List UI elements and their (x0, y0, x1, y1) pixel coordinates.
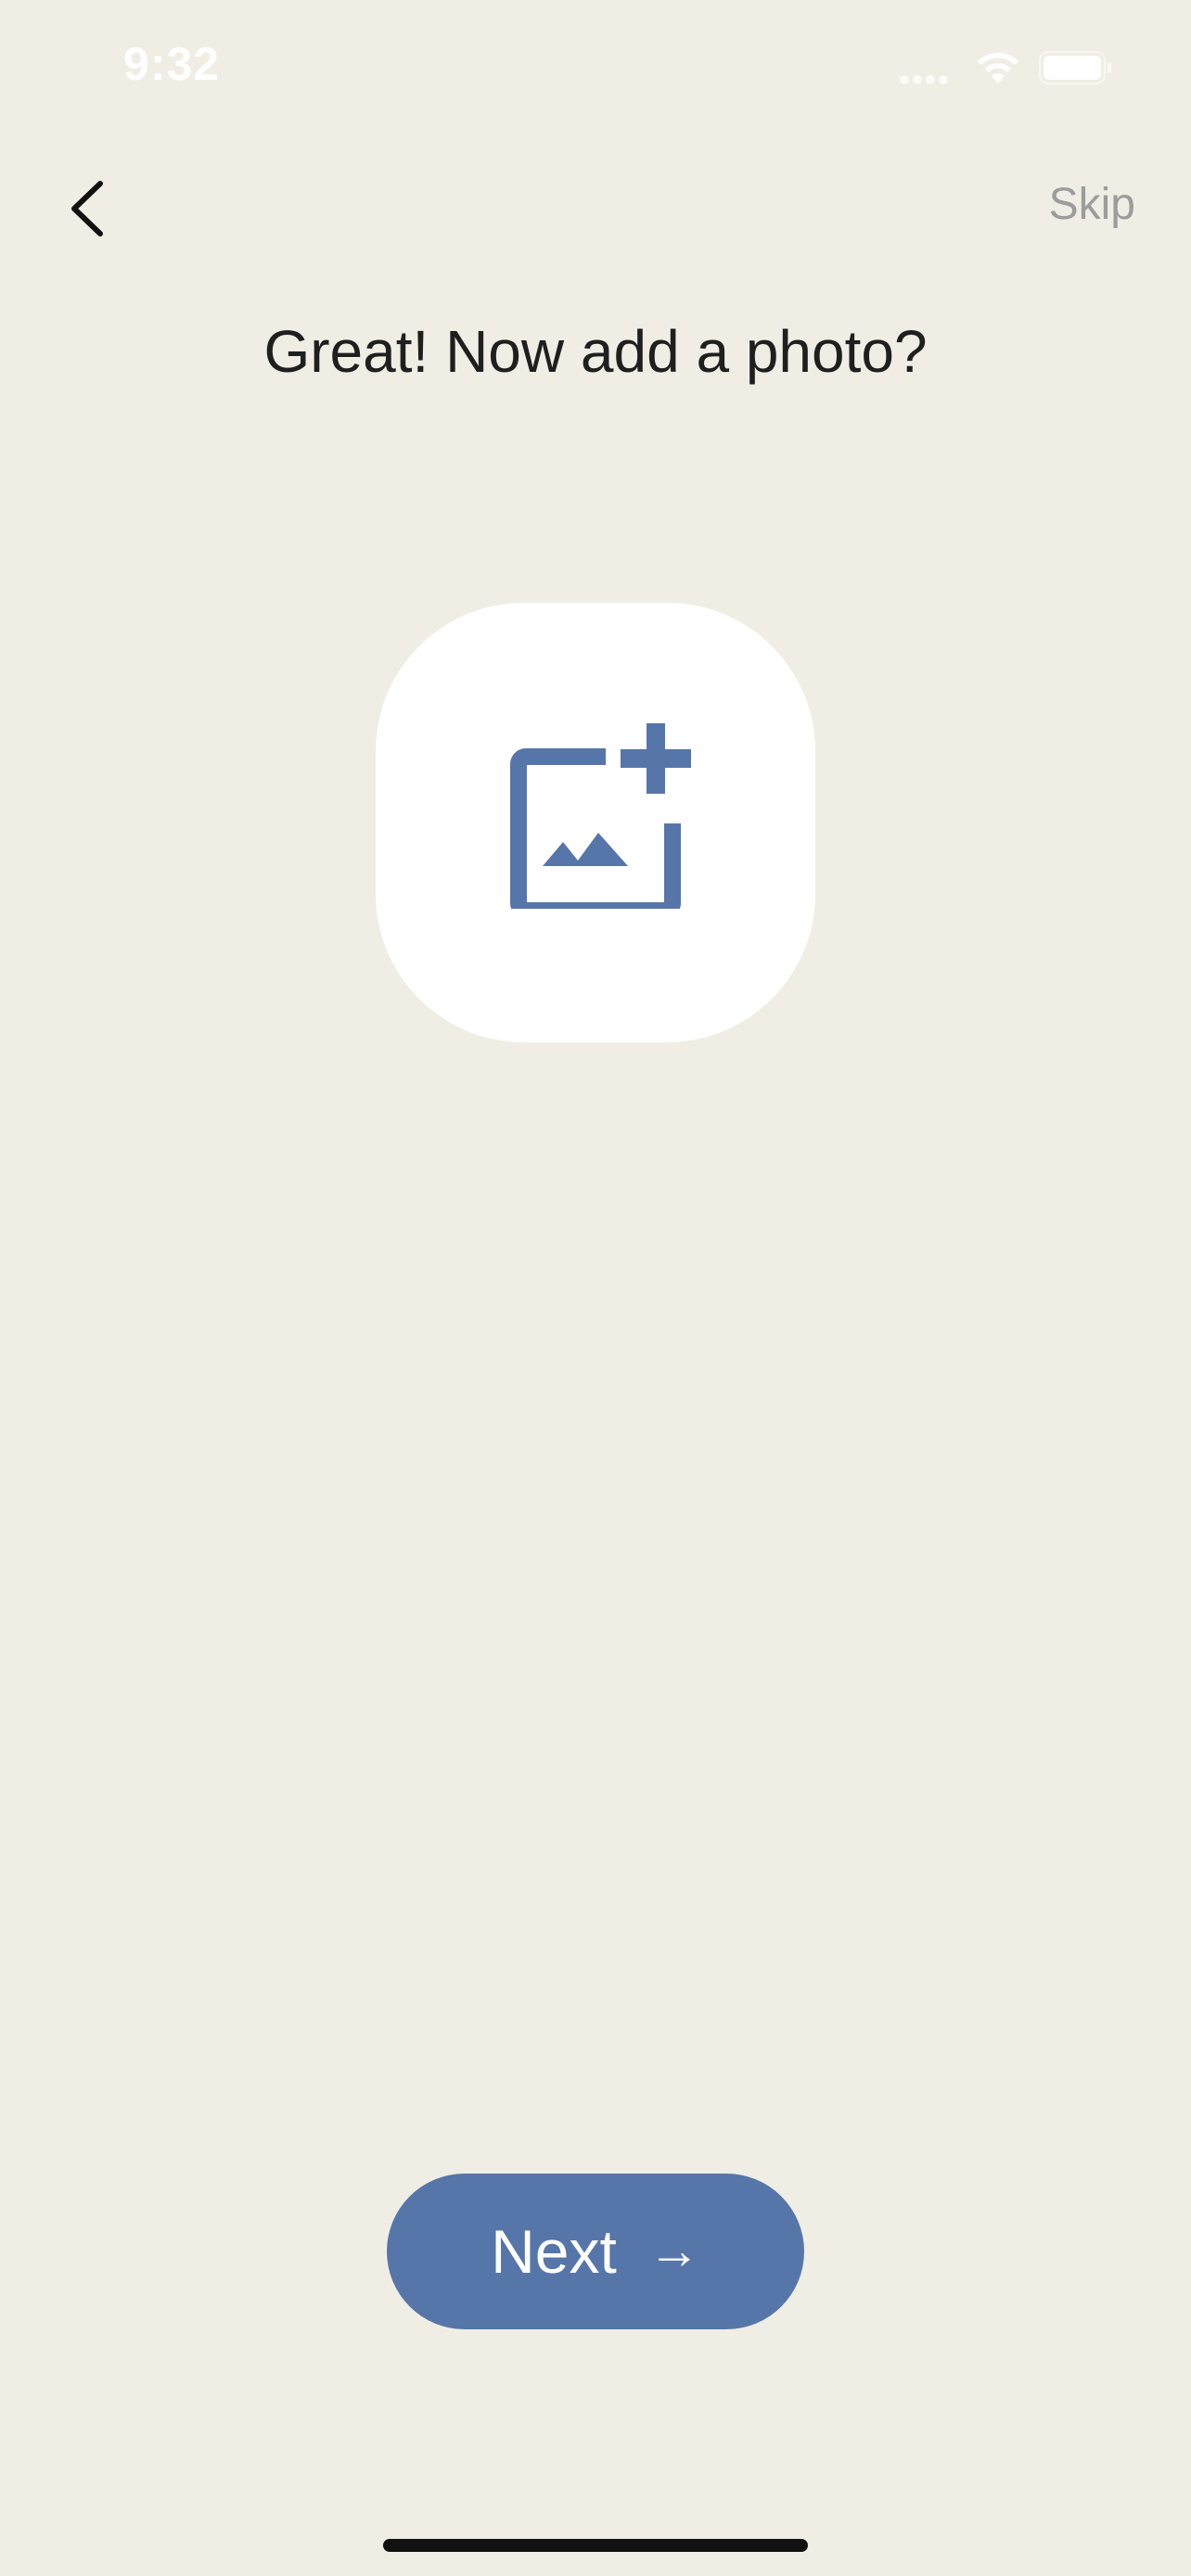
add-photo-button[interactable] (376, 603, 815, 1042)
status-time: 9:32 (123, 38, 221, 90)
add-photo-icon (510, 723, 691, 909)
next-button[interactable]: Next → (387, 2174, 804, 2329)
wifi-icon (978, 52, 1018, 83)
skip-button[interactable]: Skip (1049, 179, 1135, 230)
next-button-label: Next (491, 2217, 617, 2286)
page-title: Great! Now add a photo? (263, 318, 928, 385)
arrow-right-icon: → (647, 2220, 700, 2279)
cellular-signal-icon (900, 72, 955, 84)
battery-icon (1039, 51, 1111, 84)
status-bar: 9:32 (0, 0, 1191, 139)
screen: 9:32 Skip Great! Now add a photo? Next → (0, 0, 1191, 2576)
back-button[interactable] (56, 167, 121, 250)
chevron-left-icon (71, 181, 103, 236)
home-indicator[interactable] (383, 2539, 808, 2552)
